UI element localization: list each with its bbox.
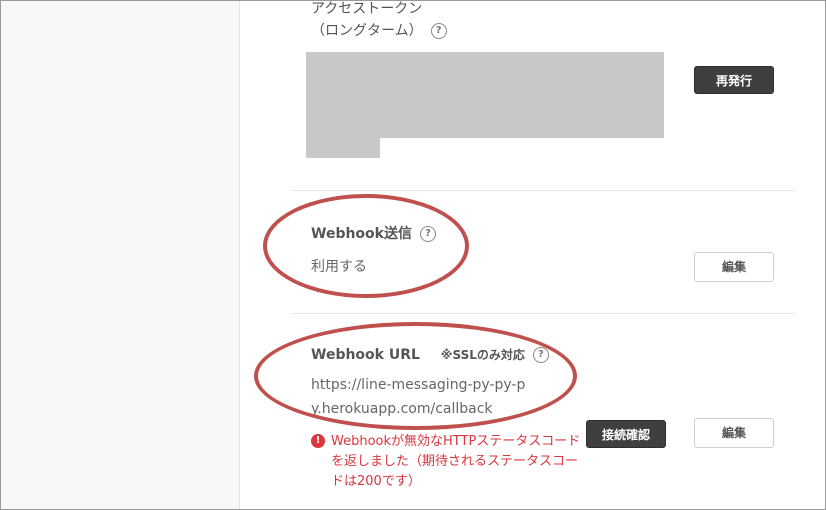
reissue-button[interactable]: 再発行 [694,66,774,94]
webhook-error: ! Webhookが無効なHTTPステータスコードを返しました（期待されるステー… [311,432,581,492]
settings-content: アクセストークン （ロングターム）? 再発行 Webhook送信? 利用する 編… [241,0,826,510]
masked-token-area-tail [306,137,380,158]
access-token-title: アクセストークン （ロングターム）? [311,0,447,42]
annotation-ellipse-webhook-send [263,194,469,298]
webhook-error-message: Webhookが無効なHTTPステータスコードを返しました（期待されるステータス… [331,434,581,489]
section-divider [291,190,795,191]
webhook-url-edit-button[interactable]: 編集 [694,418,774,448]
sidebar [0,0,240,510]
verify-connection-button[interactable]: 接続確認 [586,420,666,448]
help-icon[interactable]: ? [430,23,447,39]
section-divider [291,313,795,314]
webhook-send-edit-button[interactable]: 編集 [694,252,774,282]
exclamation-circle-icon: ! [311,434,325,448]
annotation-ellipse-webhook-url [254,322,577,430]
masked-token-area [306,52,664,138]
access-token-title-line2-text: （ロングターム） [311,23,423,39]
access-token-title-line1: アクセストークン [311,1,423,17]
access-token-title-line2: （ロングターム）? [311,20,447,42]
